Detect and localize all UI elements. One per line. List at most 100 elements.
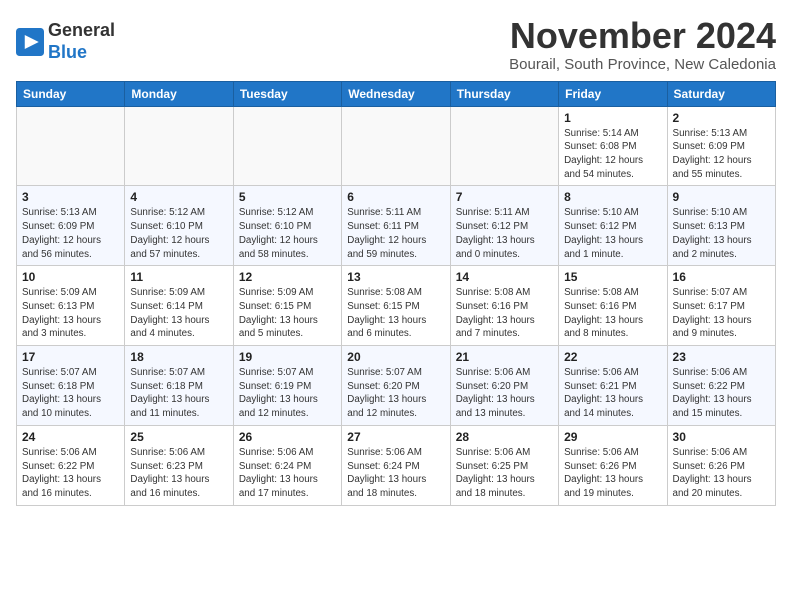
day-detail: Sunrise: 5:09 AMSunset: 6:15 PMDaylight:… bbox=[239, 286, 336, 341]
day-detail: Sunrise: 5:11 AMSunset: 6:11 PMDaylight:… bbox=[347, 206, 444, 261]
day-number: 11 bbox=[130, 270, 227, 284]
logo-general: General bbox=[48, 20, 115, 40]
day-detail: Sunrise: 5:12 AMSunset: 6:10 PMDaylight:… bbox=[239, 206, 336, 261]
day-number: 18 bbox=[130, 350, 227, 364]
calendar-cell: 27 Sunrise: 5:06 AMSunset: 6:24 PMDayligh… bbox=[342, 425, 450, 505]
day-detail: Sunrise: 5:07 AMSunset: 6:18 PMDaylight:… bbox=[22, 366, 119, 421]
day-detail: Sunrise: 5:06 AMSunset: 6:21 PMDaylight:… bbox=[564, 366, 661, 421]
calendar-cell: 10Sunrise: 5:09 AMSunset: 6:13 PMDayligh… bbox=[17, 266, 125, 346]
day-detail: Sunrise: 5:06 AMSunset: 6:26 PMDaylight:… bbox=[673, 446, 770, 501]
day-detail: Sunrise: 5:14 AMSunset: 6:08 PMDaylight:… bbox=[564, 127, 661, 182]
calendar-week-1: 1 Sunrise: 5:14 AMSunset: 6:08 PMDaylight… bbox=[17, 106, 776, 186]
calendar-cell: 20Sunrise: 5:07 AMSunset: 6:20 PMDayligh… bbox=[342, 346, 450, 426]
column-header-sunday: Sunday bbox=[17, 81, 125, 106]
calendar-cell: 15Sunrise: 5:08 AMSunset: 6:16 PMDayligh… bbox=[559, 266, 667, 346]
day-number: 29 bbox=[564, 430, 661, 444]
day-number: 21 bbox=[456, 350, 553, 364]
day-detail: Sunrise: 5:08 AMSunset: 6:15 PMDaylight:… bbox=[347, 286, 444, 341]
day-detail: Sunrise: 5:13 AMSunset: 6:09 PMDaylight:… bbox=[22, 206, 119, 261]
calendar-cell: 28Sunrise: 5:06 AMSunset: 6:25 PMDayligh… bbox=[450, 425, 558, 505]
calendar-week-5: 24 Sunrise: 5:06 AMSunset: 6:22 PMDayligh… bbox=[17, 425, 776, 505]
calendar-table: SundayMondayTuesdayWednesdayThursdayFrid… bbox=[16, 81, 776, 506]
calendar-cell: 23 Sunrise: 5:06 AMSunset: 6:22 PMDayligh… bbox=[667, 346, 775, 426]
calendar-title: November 2024 bbox=[509, 16, 776, 56]
calendar-cell: 1 Sunrise: 5:14 AMSunset: 6:08 PMDaylight… bbox=[559, 106, 667, 186]
calendar-cell: 17Sunrise: 5:07 AMSunset: 6:18 PMDayligh… bbox=[17, 346, 125, 426]
day-detail: Sunrise: 5:13 AMSunset: 6:09 PMDaylight:… bbox=[673, 127, 770, 182]
day-detail: Sunrise: 5:06 AMSunset: 6:24 PMDaylight:… bbox=[239, 446, 336, 501]
calendar-cell bbox=[342, 106, 450, 186]
day-detail: Sunrise: 5:11 AMSunset: 6:12 PMDaylight:… bbox=[456, 206, 553, 261]
day-detail: Sunrise: 5:12 AMSunset: 6:10 PMDaylight:… bbox=[130, 206, 227, 261]
calendar-cell: 8Sunrise: 5:10 AMSunset: 6:12 PMDaylight… bbox=[559, 186, 667, 266]
day-detail: Sunrise: 5:08 AMSunset: 6:16 PMDaylight:… bbox=[456, 286, 553, 341]
column-header-wednesday: Wednesday bbox=[342, 81, 450, 106]
day-detail: Sunrise: 5:06 AMSunset: 6:26 PMDaylight:… bbox=[564, 446, 661, 501]
calendar-cell: 9 Sunrise: 5:10 AMSunset: 6:13 PMDaylight… bbox=[667, 186, 775, 266]
day-number: 1 bbox=[564, 111, 661, 125]
column-header-saturday: Saturday bbox=[667, 81, 775, 106]
day-number: 13 bbox=[347, 270, 444, 284]
day-detail: Sunrise: 5:07 AMSunset: 6:18 PMDaylight:… bbox=[130, 366, 227, 421]
day-number: 26 bbox=[239, 430, 336, 444]
day-detail: Sunrise: 5:06 AMSunset: 6:22 PMDaylight:… bbox=[673, 366, 770, 421]
calendar-cell bbox=[125, 106, 233, 186]
calendar-cell: 26 Sunrise: 5:06 AMSunset: 6:24 PMDayligh… bbox=[233, 425, 341, 505]
day-number: 4 bbox=[130, 190, 227, 204]
day-number: 14 bbox=[456, 270, 553, 284]
calendar-cell: 13 Sunrise: 5:08 AMSunset: 6:15 PMDayligh… bbox=[342, 266, 450, 346]
calendar-cell: 7 Sunrise: 5:11 AMSunset: 6:12 PMDaylight… bbox=[450, 186, 558, 266]
calendar-subtitle: Bourail, South Province, New Caledonia bbox=[509, 56, 776, 73]
logo-text: General Blue bbox=[48, 20, 115, 63]
day-number: 3 bbox=[22, 190, 119, 204]
day-number: 24 bbox=[22, 430, 119, 444]
calendar-week-3: 10Sunrise: 5:09 AMSunset: 6:13 PMDayligh… bbox=[17, 266, 776, 346]
calendar-header-row: SundayMondayTuesdayWednesdayThursdayFrid… bbox=[17, 81, 776, 106]
calendar-cell: 24 Sunrise: 5:06 AMSunset: 6:22 PMDayligh… bbox=[17, 425, 125, 505]
day-detail: Sunrise: 5:09 AMSunset: 6:14 PMDaylight:… bbox=[130, 286, 227, 341]
calendar-cell: 21 Sunrise: 5:06 AMSunset: 6:20 PMDayligh… bbox=[450, 346, 558, 426]
day-detail: Sunrise: 5:07 AMSunset: 6:19 PMDaylight:… bbox=[239, 366, 336, 421]
day-number: 2 bbox=[673, 111, 770, 125]
day-detail: Sunrise: 5:07 AMSunset: 6:20 PMDaylight:… bbox=[347, 366, 444, 421]
logo-icon bbox=[16, 28, 44, 56]
day-number: 7 bbox=[456, 190, 553, 204]
day-detail: Sunrise: 5:06 AMSunset: 6:20 PMDaylight:… bbox=[456, 366, 553, 421]
column-header-tuesday: Tuesday bbox=[233, 81, 341, 106]
calendar-cell bbox=[233, 106, 341, 186]
day-detail: Sunrise: 5:08 AMSunset: 6:16 PMDaylight:… bbox=[564, 286, 661, 341]
day-number: 5 bbox=[239, 190, 336, 204]
calendar-cell: 4 Sunrise: 5:12 AMSunset: 6:10 PMDaylight… bbox=[125, 186, 233, 266]
day-number: 27 bbox=[347, 430, 444, 444]
calendar-cell: 5 Sunrise: 5:12 AMSunset: 6:10 PMDaylight… bbox=[233, 186, 341, 266]
logo: General Blue bbox=[16, 20, 115, 63]
calendar-cell: 16 Sunrise: 5:07 AMSunset: 6:17 PMDayligh… bbox=[667, 266, 775, 346]
title-block: November 2024 Bourail, South Province, N… bbox=[509, 16, 776, 73]
calendar-cell: 19Sunrise: 5:07 AMSunset: 6:19 PMDayligh… bbox=[233, 346, 341, 426]
column-header-monday: Monday bbox=[125, 81, 233, 106]
day-number: 8 bbox=[564, 190, 661, 204]
logo-blue: Blue bbox=[48, 42, 87, 62]
page-header: General Blue November 2024 Bourail, Sout… bbox=[16, 16, 776, 73]
day-number: 23 bbox=[673, 350, 770, 364]
calendar-cell: 6Sunrise: 5:11 AMSunset: 6:11 PMDaylight… bbox=[342, 186, 450, 266]
column-header-friday: Friday bbox=[559, 81, 667, 106]
calendar-cell bbox=[450, 106, 558, 186]
day-detail: Sunrise: 5:06 AMSunset: 6:22 PMDaylight:… bbox=[22, 446, 119, 501]
day-detail: Sunrise: 5:10 AMSunset: 6:13 PMDaylight:… bbox=[673, 206, 770, 261]
calendar-cell: 25Sunrise: 5:06 AMSunset: 6:23 PMDayligh… bbox=[125, 425, 233, 505]
calendar-cell: 12Sunrise: 5:09 AMSunset: 6:15 PMDayligh… bbox=[233, 266, 341, 346]
day-detail: Sunrise: 5:06 AMSunset: 6:24 PMDaylight:… bbox=[347, 446, 444, 501]
calendar-cell: 14 Sunrise: 5:08 AMSunset: 6:16 PMDayligh… bbox=[450, 266, 558, 346]
day-number: 9 bbox=[673, 190, 770, 204]
calendar-week-2: 3 Sunrise: 5:13 AMSunset: 6:09 PMDaylight… bbox=[17, 186, 776, 266]
day-detail: Sunrise: 5:07 AMSunset: 6:17 PMDaylight:… bbox=[673, 286, 770, 341]
calendar-cell: 11 Sunrise: 5:09 AMSunset: 6:14 PMDayligh… bbox=[125, 266, 233, 346]
calendar-cell: 30 Sunrise: 5:06 AMSunset: 6:26 PMDayligh… bbox=[667, 425, 775, 505]
calendar-cell bbox=[17, 106, 125, 186]
calendar-cell: 18 Sunrise: 5:07 AMSunset: 6:18 PMDayligh… bbox=[125, 346, 233, 426]
day-detail: Sunrise: 5:09 AMSunset: 6:13 PMDaylight:… bbox=[22, 286, 119, 341]
day-number: 30 bbox=[673, 430, 770, 444]
day-number: 22 bbox=[564, 350, 661, 364]
day-number: 16 bbox=[673, 270, 770, 284]
